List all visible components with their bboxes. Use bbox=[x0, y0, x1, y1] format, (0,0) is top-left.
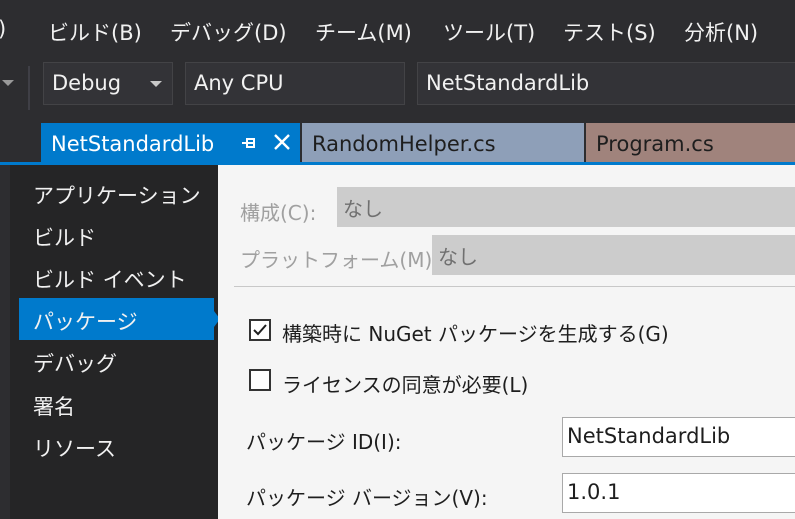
sidebar-item-application[interactable]: アプリケーション bbox=[19, 172, 214, 214]
menu-item-analyze[interactable]: 分析(N) bbox=[684, 17, 758, 47]
package-version-value: 1.0.1 bbox=[567, 480, 621, 504]
sidebar-item-label: パッケージ bbox=[33, 310, 138, 334]
dropdown-arrow-icon[interactable] bbox=[2, 80, 14, 86]
sidebar-item-label: 署名 bbox=[33, 395, 75, 419]
sidebar-item-build[interactable]: ビルド bbox=[19, 214, 214, 256]
platform-label: プラットフォーム(M): bbox=[240, 248, 439, 272]
menu-bar: ) ビルド(B) デバッグ(D) チーム(M) ツール(T) テスト(S) 分析… bbox=[0, 0, 795, 58]
tab-netstandardlib[interactable]: NetStandardLib bbox=[41, 123, 300, 164]
sidebar-item-label: ビルド イベント bbox=[33, 268, 187, 292]
sidebar-item-resources[interactable]: リソース bbox=[19, 425, 214, 467]
tab-label: NetStandardLib bbox=[51, 132, 215, 156]
configuration-select-value: なし bbox=[343, 197, 383, 221]
menu-item-tools[interactable]: ツール(T) bbox=[443, 17, 535, 47]
platform-value: Any CPU bbox=[194, 71, 284, 95]
sidebar-item-package[interactable]: パッケージ bbox=[19, 298, 220, 340]
package-version-input[interactable]: 1.0.1 bbox=[562, 473, 795, 513]
sidebar-item-signing[interactable]: 署名 bbox=[19, 383, 214, 425]
generate-package-checkbox[interactable] bbox=[249, 319, 271, 341]
startup-project-value: NetStandardLib bbox=[426, 71, 590, 95]
tab-label: Program.cs bbox=[596, 132, 714, 156]
package-properties-panel: 構成(C): なし プラットフォーム(M): なし 構築時に NuGet パッケ… bbox=[218, 165, 795, 519]
properties-sidebar: アプリケーション ビルド ビルド イベント パッケージ デバッグ 署名 リソース bbox=[10, 165, 220, 519]
sidebar-item-label: デバッグ bbox=[33, 352, 117, 376]
package-id-label: パッケージ ID(I): bbox=[246, 430, 402, 454]
sidebar-item-label: リソース bbox=[33, 437, 116, 461]
require-license-label[interactable]: ライセンスの同意が必要(L) bbox=[282, 369, 528, 398]
sidebar-item-debug[interactable]: デバッグ bbox=[19, 340, 214, 382]
tab-label: RandomHelper.cs bbox=[312, 132, 496, 156]
sidebar-item-label: アプリケーション bbox=[33, 184, 201, 208]
toolbar: Debug Any CPU NetStandardLib bbox=[0, 58, 795, 120]
pin-icon[interactable] bbox=[241, 135, 257, 151]
configuration-label: 構成(C): bbox=[240, 201, 317, 225]
configuration-value: Debug bbox=[52, 71, 122, 95]
toolbar-separator bbox=[28, 66, 30, 110]
menu-item-partial[interactable]: ) bbox=[0, 17, 6, 41]
package-version-label: パッケージ バージョン(V): bbox=[246, 486, 488, 510]
tab-randomhelper[interactable]: RandomHelper.cs bbox=[302, 123, 584, 164]
chevron-down-icon bbox=[150, 81, 162, 87]
tab-program[interactable]: Program.cs bbox=[586, 123, 795, 164]
generate-package-label[interactable]: 構築時に NuGet パッケージを生成する(G) bbox=[282, 318, 669, 347]
checkmark-icon bbox=[253, 324, 267, 336]
sidebar-item-build-events[interactable]: ビルド イベント bbox=[19, 256, 214, 298]
startup-project-dropdown[interactable]: NetStandardLib bbox=[417, 62, 795, 105]
configuration-dropdown[interactable]: Debug bbox=[43, 62, 173, 105]
menu-item-debug[interactable]: デバッグ(D) bbox=[170, 17, 287, 47]
package-id-value: NetStandardLib bbox=[567, 424, 731, 448]
menu-item-team[interactable]: チーム(M) bbox=[315, 17, 412, 47]
sidebar-item-label: ビルド bbox=[33, 226, 96, 250]
platform-select: なし bbox=[432, 235, 795, 275]
require-license-checkbox[interactable] bbox=[249, 369, 271, 391]
platform-select-value: なし bbox=[438, 245, 478, 269]
configuration-select: なし bbox=[337, 187, 795, 227]
document-tabs: NetStandardLib RandomHelper.cs Program.c… bbox=[0, 120, 795, 164]
platform-dropdown[interactable]: Any CPU bbox=[185, 62, 405, 105]
section-divider bbox=[234, 286, 795, 287]
close-icon[interactable] bbox=[273, 133, 291, 151]
menu-item-build[interactable]: ビルド(B) bbox=[48, 17, 142, 47]
menu-item-test[interactable]: テスト(S) bbox=[563, 17, 656, 47]
package-id-input[interactable]: NetStandardLib bbox=[562, 417, 795, 457]
